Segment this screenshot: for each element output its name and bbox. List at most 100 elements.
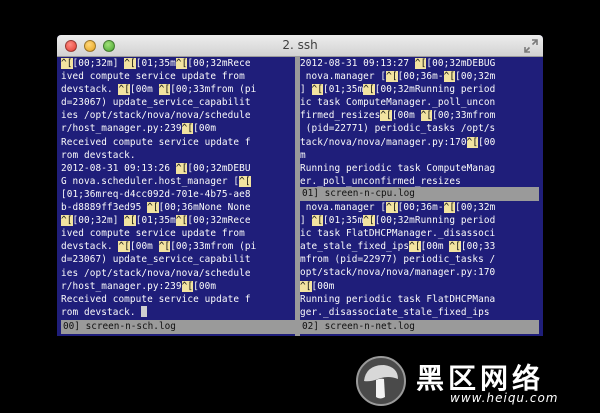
log-text: (pid=22771) periodic_tasks /opt/s	[300, 123, 496, 135]
escape-sequence-marker: ^[	[380, 110, 392, 122]
log-text: ies /opt/stack/nova/nova/schedule	[61, 267, 251, 279]
log-text: b-d8889ff3ed95	[61, 202, 148, 214]
terminal-line: ^[[00;32m] ^[[01;35m^[[00;32mRece	[61, 57, 295, 70]
log-text: ived compute service update from	[61, 71, 245, 83]
log-text: er._poll_unconfirmed_resizes	[300, 175, 461, 187]
log-text: r/host_manager.py:239	[61, 123, 182, 135]
log-text: [01;35m	[323, 84, 364, 96]
log-text: Running periodic task FlatDHCPMana	[300, 293, 496, 305]
terminal-line: ate_stale_fixed_ips^[[00m ^[[00;33	[300, 240, 539, 253]
log-text: [00;36m-	[397, 71, 444, 83]
log-text: rom devstack.	[61, 149, 136, 161]
terminal-line: r/host_manager.py:239^[[00m	[61, 122, 295, 135]
log-text: devstack.	[61, 84, 119, 96]
terminal-line: ived compute service update from	[61, 227, 295, 240]
log-text: [00;32m]	[72, 58, 125, 69]
screen-pane-net[interactable]: nova.manager [^[[00;36m-^[[00;32m] ^[[01…	[300, 201, 539, 320]
escape-sequence-marker: ^[	[61, 215, 73, 227]
log-text: 2012-08-31 09:13:27	[300, 58, 415, 69]
log-text: rom devstack.	[61, 306, 142, 318]
escape-sequence-marker: ^[	[409, 241, 421, 253]
terminal-line: ^[[00m	[300, 280, 539, 293]
terminal-line: G nova.scheduler.host_manager [^[	[61, 175, 295, 188]
log-text: [00;36m-	[397, 202, 444, 213]
log-text: [00m	[391, 110, 421, 122]
log-text: G nova.scheduler.host_manager [	[61, 175, 240, 187]
terminal-line: ger._disassociate_stale_fixed_ips	[300, 306, 539, 319]
terminal-line: 2012-08-31 09:13:26 ^[[00;32mDEBU	[61, 162, 295, 175]
log-text: opt/stack/nova/nova/manager.py:170	[300, 267, 496, 279]
escape-sequence-marker: ^[	[147, 202, 159, 214]
escape-sequence-marker: ^[	[466, 136, 479, 148]
log-text: [00;33mfrom (pi	[170, 84, 257, 96]
escape-sequence-marker: ^[	[386, 71, 398, 83]
terminal-line: (pid=22771) periodic_tasks /opt/s	[300, 122, 539, 135]
status-label-cpu: 01] screen-n-cpu.log	[302, 188, 415, 199]
log-text: [00;33mfrom	[432, 110, 496, 122]
log-text: [01;35m	[135, 215, 176, 227]
escape-sequence-marker: ^[	[118, 241, 130, 253]
terminal-line: ived compute service update from	[61, 70, 295, 83]
log-text: [00;32m	[455, 202, 496, 213]
status-label-net: 02] screen-n-net.log	[302, 321, 415, 332]
escape-sequence-marker: ^[	[118, 84, 130, 96]
log-text: r/host_manager.py:239	[61, 280, 182, 292]
log-text: [00;32mRunning period	[374, 84, 496, 96]
log-text: [00m	[129, 84, 159, 96]
escape-sequence-marker: ^[	[61, 58, 73, 69]
screen-pane-cpu[interactable]: 2012-08-31 09:13:27 ^[[00;32mDEBUG nova.…	[300, 57, 539, 187]
escape-sequence-marker: ^[	[175, 58, 188, 69]
log-text: [00;36mNone None	[158, 202, 251, 214]
screen-pane-sch[interactable]: ^[[00;32m] ^[[01;35m^[[00;32mRece ived co…	[61, 57, 295, 336]
log-text: tack/nova/nova/manager.py:170	[300, 136, 467, 148]
terminal-line: ies /opt/stack/nova/nova/schedule	[61, 267, 295, 280]
status-bar-cpu[interactable]: 01] screen-n-cpu.log	[300, 187, 539, 201]
log-text: mfrom (pid=22977) periodic_tasks /	[300, 254, 496, 266]
log-text: [00;33mfrom (pi	[170, 241, 257, 253]
escape-sequence-marker: ^[	[175, 215, 188, 227]
log-text: ived compute service update from	[61, 228, 245, 240]
log-text: [00	[478, 136, 496, 148]
terminal-line: ] ^[[01;35m^[[00;32mRunning period	[300, 214, 539, 227]
mushroom-logo-icon	[356, 356, 406, 406]
escape-sequence-marker: ^[	[239, 175, 251, 187]
terminal-line: er._poll_unconfirmed_resizes	[300, 175, 539, 187]
terminal-line: ] ^[[01;35m^[[00;32mRunning period	[300, 83, 539, 96]
terminal-line: d=23067) update_service_capabilit	[61, 96, 295, 109]
log-text: m	[300, 149, 306, 161]
terminal-line: Running periodic task FlatDHCPMana	[300, 293, 539, 306]
escape-sequence-marker: ^[	[311, 215, 323, 227]
escape-sequence-marker: ^[	[449, 241, 461, 253]
status-bar-net[interactable]: 02] screen-n-net.log	[300, 320, 539, 334]
log-text: ]	[300, 84, 312, 96]
terminal-line: r/host_manager.py:239^[[00m	[61, 280, 295, 293]
log-text: [01;35m	[323, 215, 364, 227]
terminal-line: Received compute service update f	[61, 293, 295, 306]
escape-sequence-marker: ^[	[124, 215, 136, 227]
log-text: [00m	[193, 280, 217, 292]
log-text: nova.manager [	[300, 71, 387, 83]
log-text: ic task ComputeManager._poll_uncon	[300, 97, 496, 109]
escape-sequence-marker: ^[	[420, 110, 433, 122]
log-text: nova.manager [	[300, 202, 387, 213]
terminal-line: nova.manager [^[[00;36m-^[[00;32m	[300, 201, 539, 214]
terminal-line: d=23067) update_service_capabilit	[61, 253, 295, 266]
log-text: d=23067) update_service_capabilit	[61, 254, 251, 266]
log-text: 2012-08-31 09:13:26	[61, 162, 176, 174]
escape-sequence-marker: ^[	[443, 71, 456, 83]
log-text: [00;32mRunning period	[374, 215, 496, 227]
escape-sequence-marker: ^[	[181, 123, 194, 135]
terminal-line: devstack. ^[[00m ^[[00;33mfrom (pi	[61, 240, 295, 253]
log-text: ies /opt/stack/nova/nova/schedule	[61, 110, 251, 122]
log-text: firmed_resizes	[300, 110, 381, 122]
log-text: Received compute service update f	[61, 293, 251, 305]
fullscreen-icon[interactable]	[524, 39, 538, 53]
terminal-line: devstack. ^[[00m ^[[00;33mfrom (pi	[61, 83, 295, 96]
log-text: [00;33	[460, 241, 496, 253]
log-text: [00m	[311, 280, 335, 292]
escape-sequence-marker: ^[	[300, 280, 312, 292]
status-bar-sch[interactable]: 00] screen-n-sch.log	[61, 320, 295, 334]
terminal-line: firmed_resizes^[[00m ^[[00;33mfrom	[300, 109, 539, 122]
escape-sequence-marker: ^[	[386, 202, 398, 213]
title-bar[interactable]: 2. ssh	[57, 35, 543, 57]
